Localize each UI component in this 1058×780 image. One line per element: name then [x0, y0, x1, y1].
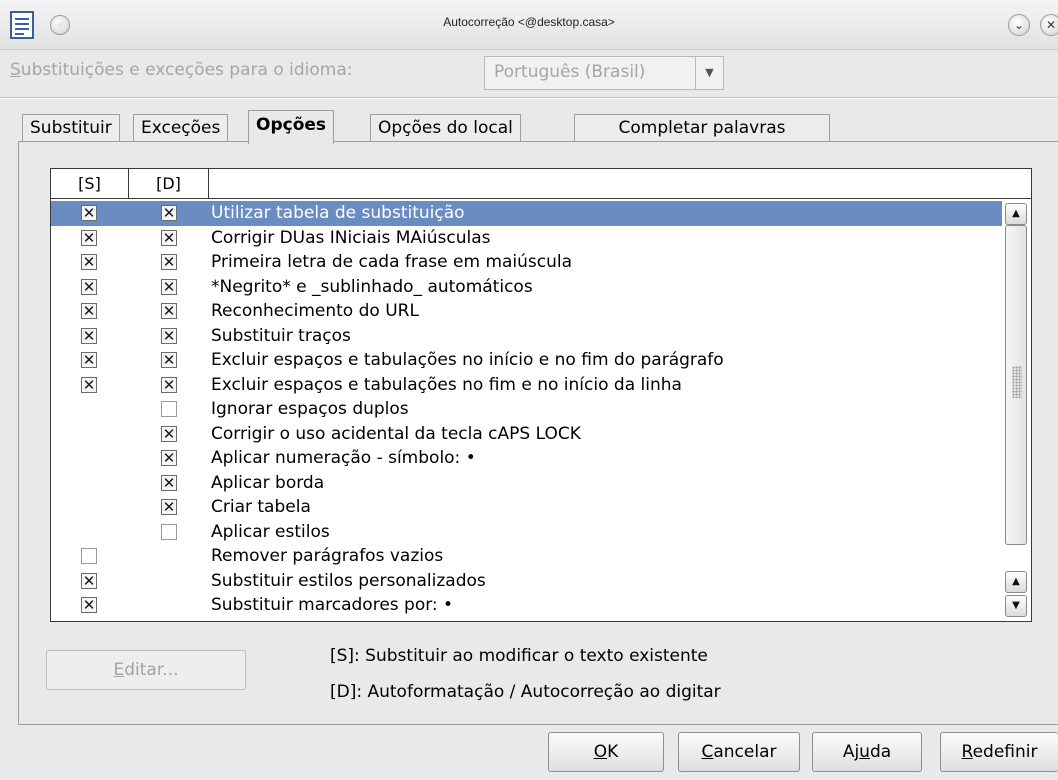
list-header: [S] [D] — [51, 169, 1031, 199]
scroll-up-icon[interactable]: ▲ — [1005, 203, 1027, 225]
title-bar: Autocorreção <@desktop.casa> ⌄ ✕ — [0, 0, 1058, 50]
checkbox-d[interactable]: ✕ — [161, 229, 177, 246]
header-d[interactable]: [D] — [129, 169, 209, 199]
chevron-down-icon[interactable]: ▼ — [695, 57, 723, 89]
option-label: Utilizar tabela de substituição — [211, 203, 465, 223]
cancel-button[interactable]: Cancelar — [678, 732, 800, 772]
separator — [0, 97, 1058, 99]
reset-button[interactable]: Redefinir — [940, 732, 1058, 772]
language-select[interactable]: Português (Brasil) ▼ — [484, 56, 724, 90]
checkbox-d[interactable]: ✕ — [161, 450, 177, 466]
window-title: Autocorreção <@desktop.casa> — [443, 15, 615, 29]
grip-icon — [1012, 366, 1022, 398]
vertical-scrollbar[interactable]: ▲ ▲ ▼ — [1003, 201, 1030, 621]
option-label: Corrigir DUas INiciais MAiúsculas — [211, 227, 491, 248]
checkbox-d[interactable]: ✕ — [161, 352, 177, 368]
scroll-up-icon[interactable]: ▲ — [1005, 571, 1027, 593]
cancel-button-label: Cancelar — [701, 742, 777, 762]
option-label: Remover parágrafos vazios — [211, 546, 444, 566]
checkbox-d[interactable]: ✕ — [161, 327, 177, 344]
option-row[interactable]: ✕ Substituir estilos personalizados — [51, 569, 1002, 594]
checkbox-d[interactable]: ✕ — [161, 278, 177, 295]
option-label: Aplicar numeração - símbolo: • — [211, 448, 476, 468]
help-button-label: Ajuda — [842, 742, 892, 762]
checkbox-s[interactable]: ✕ — [81, 278, 97, 295]
option-row[interactable]: ✕ Aplicar numeração - símbolo: • — [51, 446, 1002, 471]
checkbox-s[interactable]: ✕ — [81, 303, 97, 319]
reset-button-label: Redefinir — [961, 742, 1038, 762]
option-row[interactable]: ✕ ✕ Utilizar tabela de substituição — [51, 201, 1002, 226]
checkbox-d[interactable]: ✕ — [161, 376, 177, 393]
scroll-thumb[interactable] — [1005, 225, 1027, 545]
option-row[interactable]: Ignorar espaços duplos — [51, 397, 1002, 422]
ok-button[interactable]: OK — [548, 732, 664, 772]
option-label: Substituir marcadores por: • — [211, 595, 454, 615]
checkbox-s[interactable] — [81, 548, 97, 564]
edit-button[interactable]: Editar... — [46, 650, 246, 690]
checkbox-d[interactable]: ✕ — [161, 474, 177, 491]
checkbox-s[interactable]: ✕ — [81, 572, 97, 589]
option-row[interactable]: ✕ Substituir marcadores por: • — [51, 593, 1002, 618]
language-label: Substituições e exceções para o idioma: — [10, 60, 352, 80]
option-row[interactable]: ✕ ✕ Primeira letra de cada frase em maiúsc… — [51, 250, 1002, 275]
option-row[interactable]: ✕ Corrigir o uso acidental da tecla cAPS … — [51, 422, 1002, 447]
option-label: Excluir espaços e tabulações no fim e no… — [211, 374, 682, 395]
option-label: Ignorar espaços duplos — [211, 399, 409, 419]
checkbox-d[interactable]: ✕ — [161, 425, 177, 442]
checkbox-d[interactable]: ✕ — [161, 499, 177, 515]
legend-s: [S]: Substituir ao modificar o texto exi… — [330, 646, 708, 666]
option-label: Primeira letra de cada frase em maiúscul… — [211, 252, 573, 272]
option-row[interactable]: ✕ ✕ Corrigir DUas INiciais MAiúsculas — [51, 226, 1002, 251]
options-list[interactable]: [S] [D] ✕ ✕ Utilizar tabela de substituiçã… — [50, 168, 1032, 622]
option-label: Criar tabela — [211, 497, 311, 517]
tab-substituir[interactable]: Substituir — [22, 114, 120, 142]
language-label-text: Substituições e exceções para o idioma: — [10, 60, 353, 80]
scroll-down-icon[interactable]: ▼ — [1005, 595, 1027, 617]
checkbox-s[interactable]: ✕ — [81, 205, 97, 221]
header-label[interactable] — [209, 169, 1031, 199]
tab-completar-palavras[interactable]: Completar palavras — [574, 114, 830, 142]
options-rows: ✕ ✕ Utilizar tabela de substituição ✕ ✕ Corri… — [51, 201, 1002, 618]
option-row[interactable]: ✕ ✕ *Negrito* e _sublinhado_ automáticos — [51, 275, 1002, 300]
close-icon[interactable]: ✕ — [1040, 14, 1058, 36]
language-select-value: Português (Brasil) — [494, 62, 646, 82]
tab-excecoes[interactable]: Exceções — [133, 114, 229, 142]
checkbox-d[interactable]: ✕ — [161, 303, 177, 319]
option-label: Aplicar estilos — [211, 521, 330, 542]
option-label: Substituir estilos personalizados — [211, 570, 486, 591]
option-row[interactable]: ✕ ✕ Excluir espaços e tabulações no fim e … — [51, 373, 1002, 398]
option-label: *Negrito* e _sublinhado_ automáticos — [211, 276, 533, 297]
option-row[interactable]: ✕ ✕ Excluir espaços e tabulações no início… — [51, 348, 1002, 373]
ok-button-label: OK — [593, 742, 619, 762]
tab-opcoes[interactable]: Opções — [248, 110, 335, 144]
option-label: Corrigir o uso acidental da tecla cAPS L… — [211, 423, 581, 444]
tab-opcoes-do-local[interactable]: Opções do local — [370, 114, 521, 142]
option-row[interactable]: Aplicar estilos — [51, 520, 1002, 545]
option-label: Excluir espaços e tabulações no início e… — [211, 350, 724, 370]
checkbox-s[interactable]: ✕ — [81, 376, 97, 393]
option-row[interactable]: ✕ ✕ Reconhecimento do URL — [51, 299, 1002, 324]
option-row[interactable]: ✕ Criar tabela — [51, 495, 1002, 520]
option-row[interactable]: ✕ Aplicar borda — [51, 471, 1002, 496]
checkbox-d[interactable]: ✕ — [161, 205, 177, 221]
checkbox-d[interactable] — [161, 523, 177, 540]
option-label: Aplicar borda — [211, 472, 325, 493]
option-row[interactable]: Remover parágrafos vazios — [51, 544, 1002, 569]
checkbox-s[interactable]: ✕ — [81, 327, 97, 344]
checkbox-d[interactable]: ✕ — [161, 254, 177, 270]
checkbox-s[interactable]: ✕ — [81, 229, 97, 246]
option-label: Reconhecimento do URL — [211, 301, 419, 321]
option-label: Substituir traços — [211, 325, 351, 346]
option-row[interactable]: ✕ ✕ Substituir traços — [51, 324, 1002, 349]
checkbox-s[interactable]: ✕ — [81, 254, 97, 270]
header-s[interactable]: [S] — [51, 169, 129, 199]
checkbox-s[interactable]: ✕ — [81, 352, 97, 368]
help-button[interactable]: Ajuda — [812, 732, 922, 772]
legend-d: [D]: Autoformatação / Autocorreção ao di… — [330, 682, 721, 702]
checkbox-d[interactable] — [161, 401, 177, 417]
edit-button-label: ditar... — [124, 660, 179, 680]
checkbox-s[interactable]: ✕ — [81, 597, 97, 613]
minimize-icon[interactable]: ⌄ — [1008, 14, 1030, 36]
